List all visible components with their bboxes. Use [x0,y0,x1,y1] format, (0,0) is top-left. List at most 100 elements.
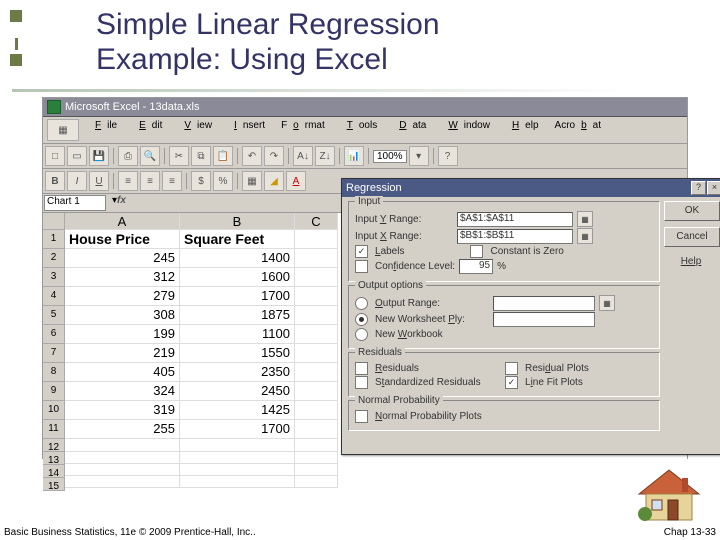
cell[interactable]: 1100 [180,325,295,344]
row-header[interactable]: 4 [43,287,65,306]
cell[interactable]: 319 [65,401,180,420]
row-header[interactable]: 15 [43,478,65,491]
cell[interactable]: 1400 [180,249,295,268]
cell[interactable]: 199 [65,325,180,344]
cell[interactable] [295,475,338,488]
menu-file[interactable]: File [83,119,123,141]
cell[interactable] [65,475,180,488]
zoom-dropdown-icon[interactable]: ▾ [409,146,429,166]
preview-icon[interactable]: 🔍 [140,146,160,166]
font-color-icon[interactable]: A [286,171,306,191]
row-header[interactable]: 1 [43,230,65,249]
dialog-title-bar[interactable]: Regression ? × [342,179,720,197]
currency-icon[interactable]: $ [191,171,211,191]
menu-insert[interactable]: Insert [222,119,271,141]
cell[interactable] [295,401,338,420]
menu-acrobat[interactable]: Acrobat [549,119,607,141]
cell[interactable]: 1875 [180,306,295,325]
cell[interactable]: 405 [65,363,180,382]
line-fit-checkbox[interactable]: ✓ [505,376,518,389]
align-left-icon[interactable]: ≡ [118,171,138,191]
cell[interactable]: 308 [65,306,180,325]
cell[interactable]: 255 [65,420,180,439]
row-header[interactable]: 2 [43,249,65,268]
col-header[interactable]: A [65,213,180,230]
menu-view[interactable]: View [172,119,218,141]
percent-icon[interactable]: % [213,171,233,191]
redo-icon[interactable]: ↷ [264,146,284,166]
help-button[interactable]: Help [664,253,718,271]
control-menu-icon[interactable]: ▦ [47,119,79,141]
residuals-checkbox[interactable] [355,362,368,375]
menu-format[interactable]: Format [275,119,331,141]
cell[interactable] [295,325,338,344]
range-picker-icon[interactable]: ▦ [577,211,593,227]
cell[interactable]: 1700 [180,287,295,306]
row-header[interactable]: 7 [43,344,65,363]
cell[interactable]: 219 [65,344,180,363]
cell[interactable] [295,344,338,363]
italic-icon[interactable]: I [67,171,87,191]
row-header[interactable]: 12 [43,439,65,452]
cell[interactable] [295,306,338,325]
open-icon[interactable]: ▭ [67,146,87,166]
range-picker-icon[interactable]: ▦ [599,295,615,311]
output-range-radio[interactable] [355,297,368,310]
normal-prob-checkbox[interactable] [355,410,368,423]
underline-icon[interactable]: U [89,171,109,191]
row-header[interactable]: 5 [43,306,65,325]
cell[interactable] [295,287,338,306]
constant-checkbox[interactable] [470,245,483,258]
new-worksheet-radio[interactable] [355,313,368,326]
cell[interactable] [295,249,338,268]
cell[interactable] [295,363,338,382]
col-header[interactable]: C [295,213,338,230]
bold-icon[interactable]: B [45,171,65,191]
x-range-input[interactable]: $B$1:$B$11 [457,229,573,244]
copy-icon[interactable]: ⧉ [191,146,211,166]
new-workbook-radio[interactable] [355,328,368,341]
cell[interactable]: 324 [65,382,180,401]
cut-icon[interactable]: ✂ [169,146,189,166]
name-box[interactable]: Chart 1 [44,195,106,211]
new-worksheet-input[interactable] [493,312,595,327]
menu-data[interactable]: Data [387,119,432,141]
row-header[interactable]: 14 [43,465,65,478]
align-right-icon[interactable]: ≡ [162,171,182,191]
y-range-input[interactable]: $A$1:$A$11 [457,212,573,227]
cell[interactable]: 2450 [180,382,295,401]
menu-edit[interactable]: Edit [127,119,168,141]
sort-desc-icon[interactable]: Z↓ [315,146,335,166]
undo-icon[interactable]: ↶ [242,146,262,166]
borders-icon[interactable]: ▦ [242,171,262,191]
row-header[interactable]: 3 [43,268,65,287]
row-header[interactable]: 10 [43,401,65,420]
row-header[interactable]: 11 [43,420,65,439]
zoom-field[interactable]: 100% [373,150,407,163]
cell[interactable]: 1550 [180,344,295,363]
cell[interactable] [180,475,295,488]
print-icon[interactable]: ⎙ [118,146,138,166]
cell[interactable]: 1700 [180,420,295,439]
row-header[interactable]: 6 [43,325,65,344]
cell[interactable]: 1600 [180,268,295,287]
cell[interactable]: 2350 [180,363,295,382]
cell[interactable]: Square Feet [180,230,295,249]
confidence-checkbox[interactable] [355,260,368,273]
sort-asc-icon[interactable]: A↓ [293,146,313,166]
help-button-icon[interactable]: ? [691,181,706,195]
cell[interactable] [295,382,338,401]
range-picker-icon[interactable]: ▦ [577,228,593,244]
cancel-button[interactable]: Cancel [664,227,720,247]
menu-help[interactable]: Help [500,119,545,141]
confidence-input[interactable]: 95 [459,259,493,274]
cell[interactable] [295,268,338,287]
cell[interactable]: 279 [65,287,180,306]
new-icon[interactable]: □ [45,146,65,166]
close-icon[interactable]: × [707,181,720,195]
paste-icon[interactable]: 📋 [213,146,233,166]
row-header[interactable]: 13 [43,452,65,465]
fill-color-icon[interactable]: ◢ [264,171,284,191]
row-header[interactable]: 9 [43,382,65,401]
std-residuals-checkbox[interactable] [355,376,368,389]
